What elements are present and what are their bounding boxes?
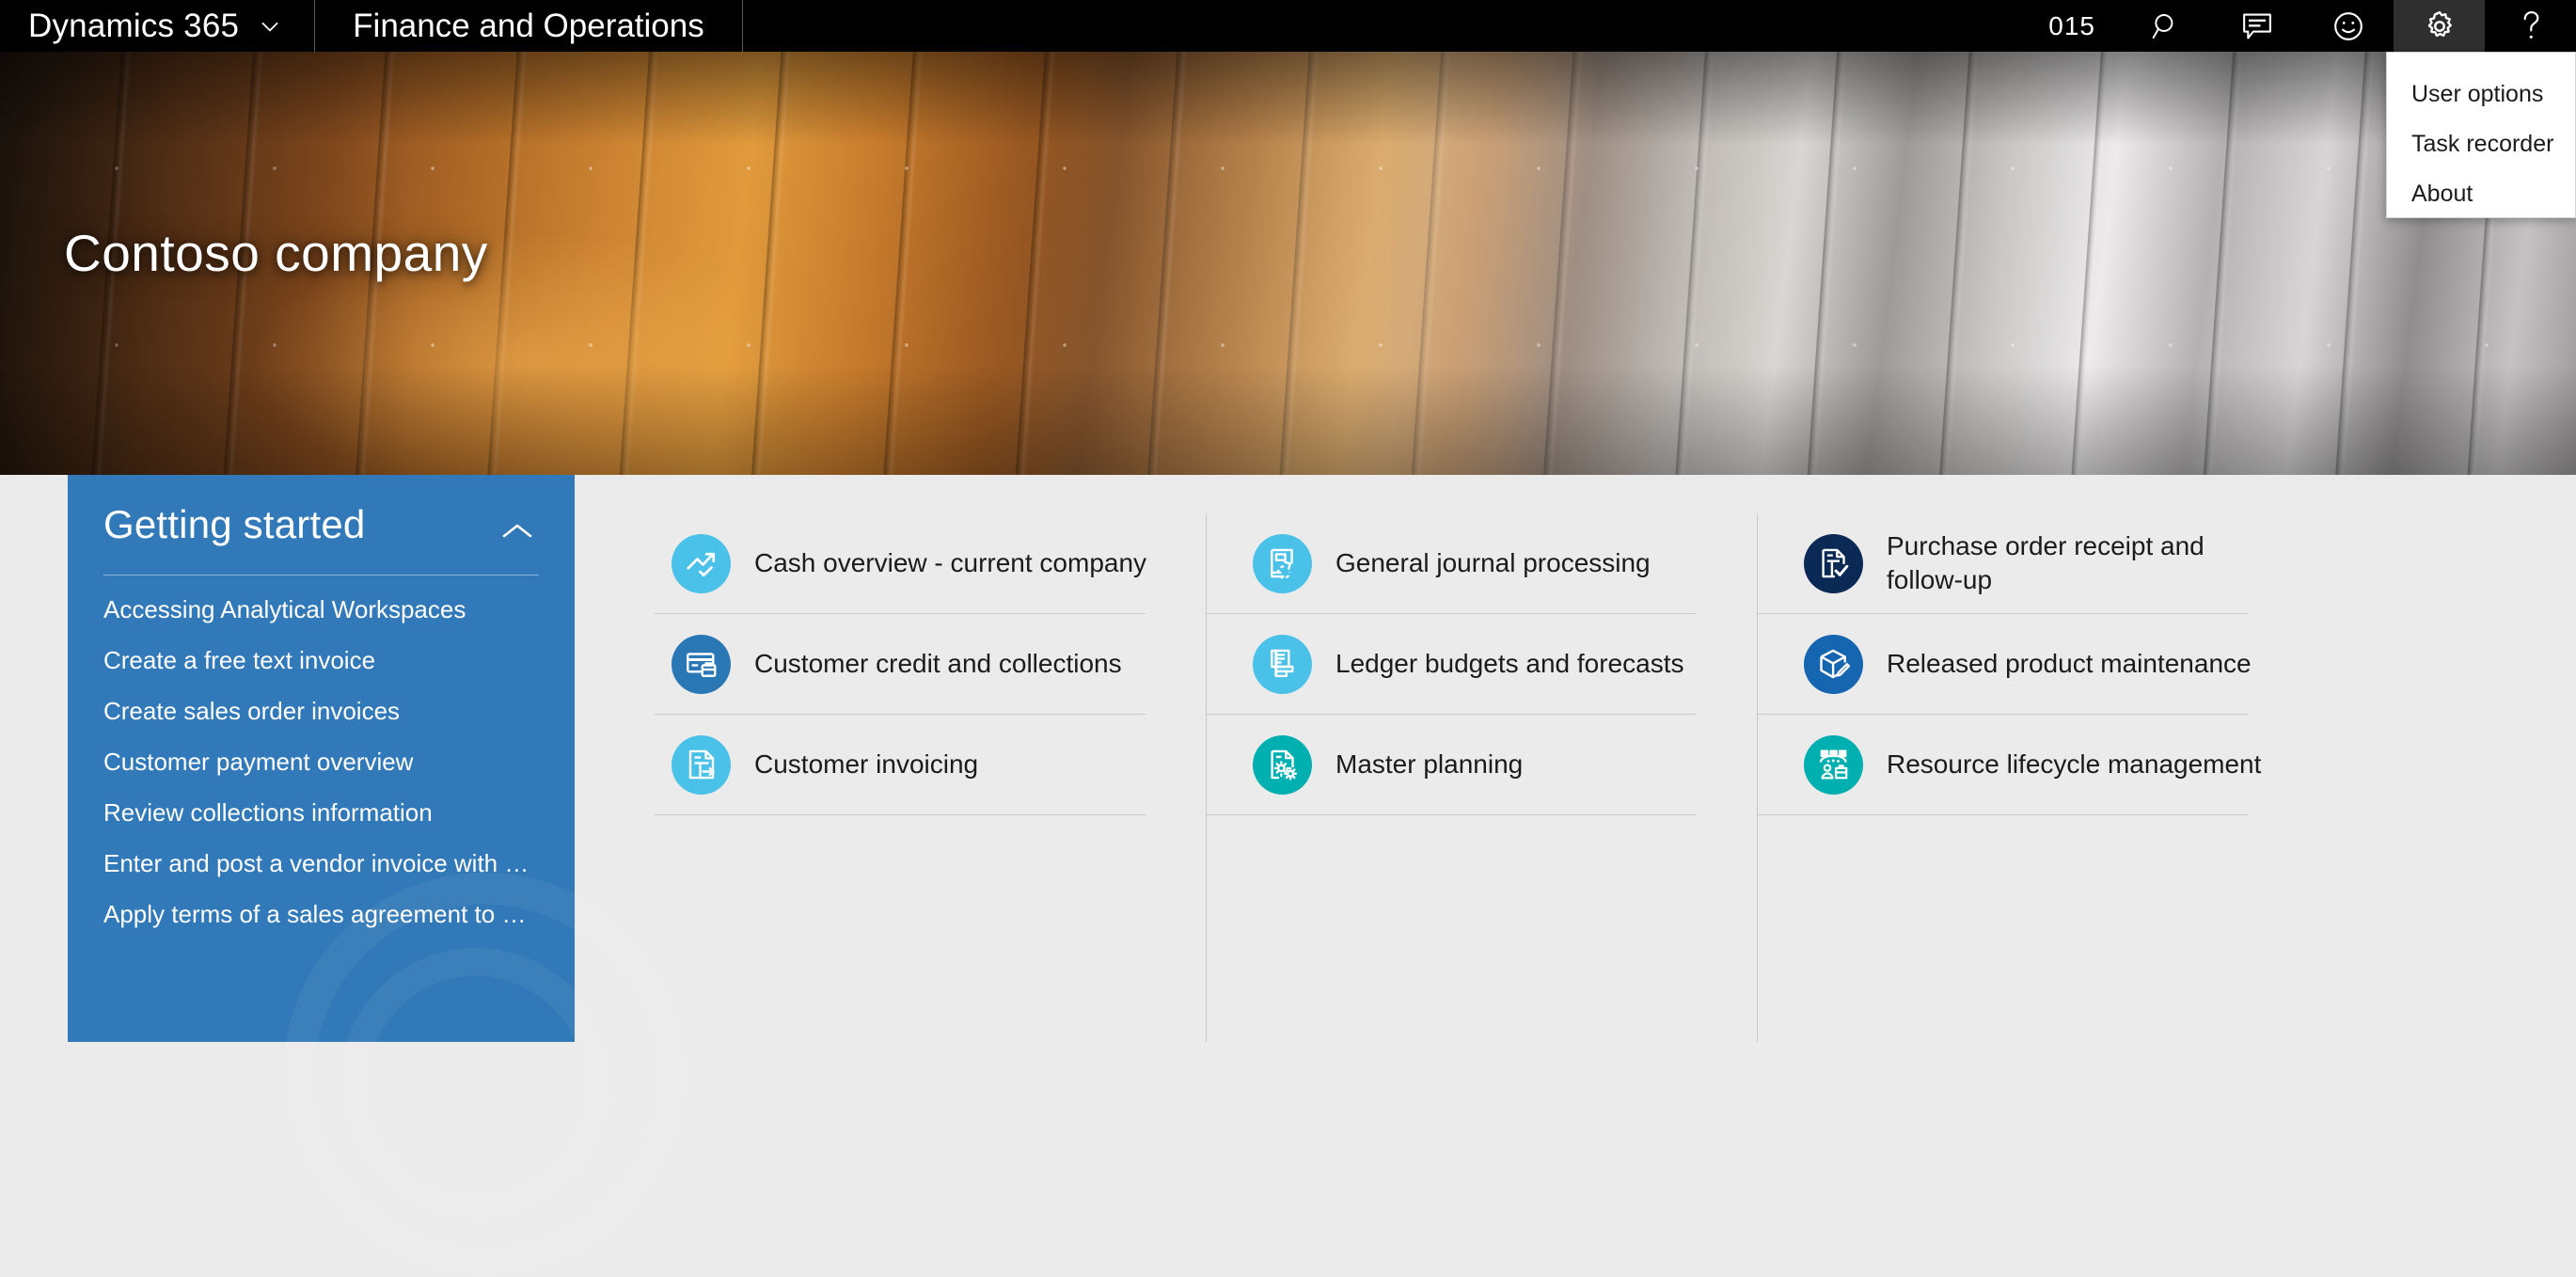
journal-book-icon	[1253, 533, 1312, 593]
tile-label: Released product maintenance	[1887, 649, 2252, 679]
help-button[interactable]	[2485, 0, 2576, 52]
getting-started-link-4[interactable]: Review collections information	[103, 788, 539, 839]
tile-customer-invoicing[interactable]: Customer invoicing	[655, 715, 1206, 814]
tile-label: Cash overview - current company	[754, 548, 1147, 578]
getting-started-link-5[interactable]: Enter and post a vendor invoice with m..…	[103, 839, 539, 890]
tile-separator	[655, 814, 1146, 815]
brand-label: Dynamics 365	[28, 7, 240, 44]
settings-button[interactable]	[2394, 0, 2485, 52]
tile-general-journal-processing[interactable]: General journal processing	[1206, 513, 1757, 613]
decorative-ring-small	[340, 948, 612, 1221]
message-icon	[2240, 10, 2274, 42]
menu-item-user-options[interactable]: User options	[2387, 70, 2575, 119]
budget-bars-icon	[1253, 634, 1312, 694]
invoice-document-icon	[672, 734, 731, 795]
tile-resource-lifecycle-management[interactable]: Resource lifecycle management	[1757, 715, 2308, 814]
tile-column-3: Purchase order receipt and follow-up Rel…	[1757, 475, 2308, 1042]
tile-label: Master planning	[1335, 749, 1524, 780]
workspace-tile-grid: Cash overview - current company Customer…	[655, 475, 2576, 1042]
workspace-body: Getting started Accessing Analytical Wor…	[0, 475, 2576, 1277]
tile-column-1: Cash overview - current company Customer…	[655, 475, 1206, 1042]
tile-cash-overview-current-company[interactable]: Cash overview - current company	[655, 513, 1206, 613]
getting-started-link-2[interactable]: Create sales order invoices	[103, 686, 539, 737]
getting-started-panel: Getting started Accessing Analytical Wor…	[68, 475, 687, 1277]
company-id-label[interactable]: 015	[2039, 0, 2120, 52]
tile-label: Resource lifecycle management	[1887, 749, 2262, 780]
tile-label: General journal processing	[1335, 548, 1651, 578]
top-navigation-bar: Dynamics 365 Finance and Operations 015	[0, 0, 2576, 52]
document-gears-icon	[1253, 734, 1312, 795]
question-mark-icon	[2515, 8, 2547, 44]
settings-dropdown-menu: User options Task recorder About	[2386, 52, 2576, 218]
resource-people-icon	[1804, 734, 1863, 795]
getting-started-link-1[interactable]: Create a free text invoice	[103, 636, 539, 686]
topbar-actions: 015	[2039, 0, 2576, 52]
box-pencil-icon	[1804, 634, 1863, 694]
chevron-down-icon	[258, 14, 282, 39]
dynamics-365-brand-menu[interactable]: Dynamics 365	[0, 0, 314, 52]
chevron-up-icon[interactable]	[496, 516, 539, 551]
smiley-face-icon	[2331, 9, 2365, 43]
search-icon	[2150, 10, 2182, 42]
getting-started-link-6[interactable]: Apply terms of a sales agreement to a s.…	[103, 890, 539, 940]
getting-started-link-0[interactable]: Accessing Analytical Workspaces	[103, 585, 539, 636]
tile-released-product-maintenance[interactable]: Released product maintenance	[1757, 614, 2308, 714]
tile-label: Customer invoicing	[754, 749, 979, 780]
menu-item-about[interactable]: About	[2387, 169, 2575, 219]
search-button[interactable]	[2120, 0, 2211, 52]
getting-started-link-list: Accessing Analytical Workspaces Create a…	[103, 585, 539, 940]
tile-label: Purchase order receipt and follow-up	[1887, 531, 2205, 594]
messages-button[interactable]	[2211, 0, 2302, 52]
getting-started-header[interactable]: Getting started	[103, 502, 539, 551]
tile-separator	[1206, 814, 1697, 815]
tile-label: Customer credit and collections	[754, 649, 1122, 679]
tile-ledger-budgets-and-forecasts[interactable]: Ledger budgets and forecasts	[1206, 614, 1757, 714]
app-name-label[interactable]: Finance and Operations	[315, 0, 742, 52]
hero-banner: Contoso company	[0, 52, 2576, 475]
tile-customer-credit-and-collections[interactable]: Customer credit and collections	[655, 614, 1206, 714]
menu-item-task-recorder[interactable]: Task recorder	[2387, 119, 2575, 169]
feedback-button[interactable]	[2302, 0, 2394, 52]
gear-icon	[2422, 8, 2457, 44]
page-title: Contoso company	[64, 224, 488, 282]
document-check-icon	[1804, 533, 1863, 593]
tile-column-2: General journal processing Ledger budget…	[1206, 475, 1757, 1042]
trending-chart-icon	[672, 533, 731, 593]
getting-started-link-3[interactable]: Customer payment overview	[103, 737, 539, 788]
credit-card-icon	[672, 634, 731, 694]
getting-started-title: Getting started	[103, 502, 366, 546]
tile-separator	[1757, 814, 2248, 815]
tile-label: Ledger budgets and forecasts	[1335, 649, 1684, 679]
tile-master-planning[interactable]: Master planning	[1206, 715, 1757, 814]
tile-purchase-order-receipt-and-follow-up[interactable]: Purchase order receipt and follow-up	[1757, 513, 2308, 613]
